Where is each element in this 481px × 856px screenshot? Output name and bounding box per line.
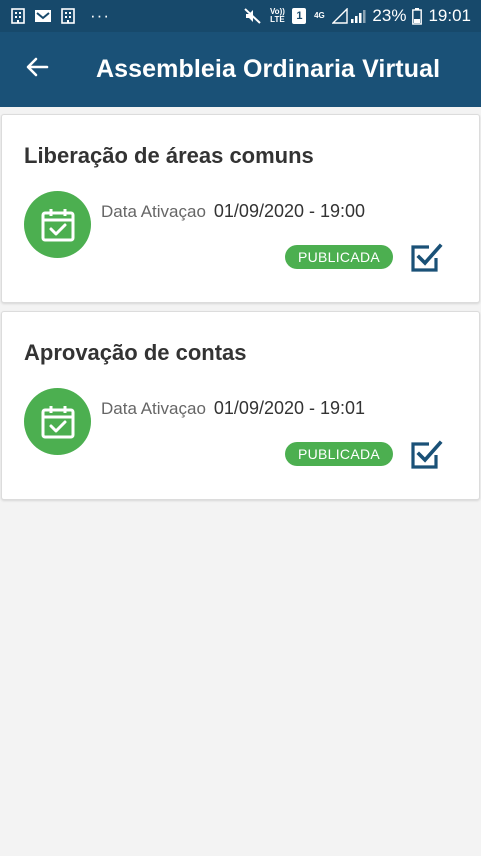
building-icon xyxy=(10,8,26,24)
activation-date-label: Data Ativaçao xyxy=(101,202,206,221)
status-badge: PUBLICADA xyxy=(285,442,393,466)
battery-icon xyxy=(412,7,423,25)
battery-percent: 23% xyxy=(372,6,407,25)
volte-icon: Vo)) LTE xyxy=(269,7,285,24)
activation-date-value: 01/09/2020 - 19:01 xyxy=(213,398,366,418)
sim-slot-label: 1 xyxy=(296,10,303,22)
clock: 19:01 xyxy=(428,6,471,25)
activation-date-value: 01/09/2020 - 19:00 xyxy=(213,201,366,221)
status-badge: PUBLICADA xyxy=(285,245,393,269)
activation-date-row: Data Ativaçao 01/09/2020 - 19:01 xyxy=(101,398,365,419)
signal-icon xyxy=(332,8,366,24)
page-title: Assembleia Ordinaria Virtual xyxy=(96,55,441,83)
calendar-check-icon xyxy=(24,388,91,455)
building-icon xyxy=(60,8,76,24)
status-bar-left: ··· xyxy=(10,6,110,26)
calendar-check-icon xyxy=(24,191,91,258)
network-icon: 4G xyxy=(314,11,325,20)
assembly-item-card[interactable]: Aprovação de contas Data Ativaçao 01/09/… xyxy=(1,311,480,500)
activation-date-row: Data Ativaçao 01/09/2020 - 19:00 xyxy=(101,201,365,222)
sim-icon: 1 xyxy=(292,8,307,24)
checkbox-checked-icon[interactable] xyxy=(408,438,444,472)
more-icon: ··· xyxy=(90,6,110,25)
arrow-left-icon xyxy=(25,55,49,84)
mute-icon xyxy=(244,8,262,24)
assembly-item-card[interactable]: Liberação de áreas comuns Data Ativaçao … xyxy=(1,114,480,303)
checkbox-checked-icon[interactable] xyxy=(408,241,444,275)
item-title: Liberação de áreas comuns xyxy=(24,143,314,168)
mail-icon xyxy=(34,9,52,23)
item-title: Aprovação de contas xyxy=(24,340,247,365)
back-button[interactable] xyxy=(0,32,74,107)
activation-date-label: Data Ativaçao xyxy=(101,399,206,418)
status-bar-right: Vo)) LTE 1 4G 23% 19:01 xyxy=(244,6,471,26)
app-bar: Assembleia Ordinaria Virtual xyxy=(0,32,481,107)
status-bar: ··· Vo)) LTE 1 4G 23% 19:01 xyxy=(0,0,481,32)
